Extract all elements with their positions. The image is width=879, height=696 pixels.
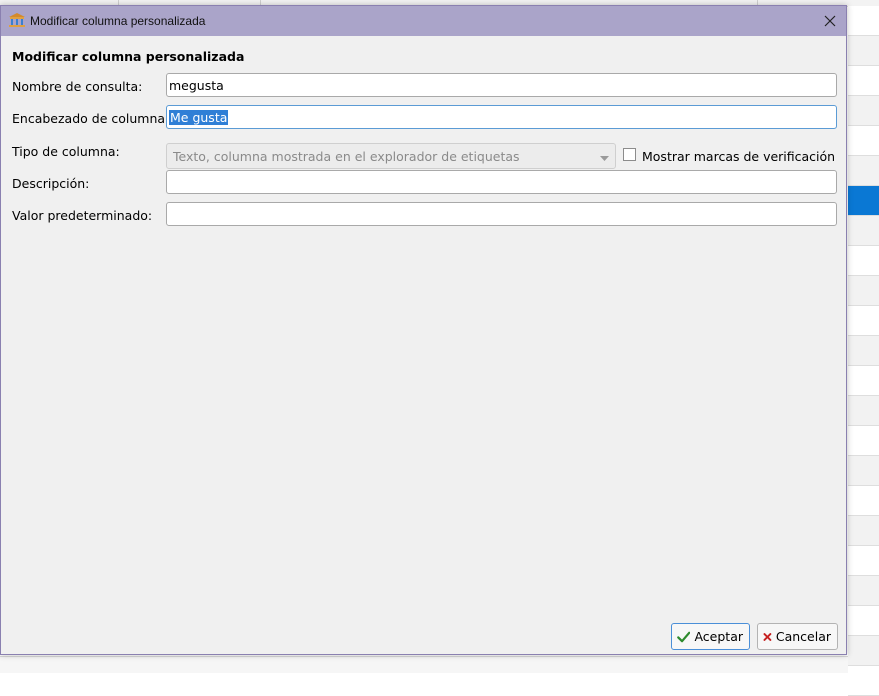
description-input[interactable] [166, 170, 837, 194]
default-value-label: Valor predeterminado: [12, 208, 153, 223]
column-heading-input[interactable]: Me gusta [166, 105, 837, 129]
checkmark-icon [677, 631, 691, 642]
background-row [848, 456, 879, 486]
background-row [848, 606, 879, 636]
lookup-name-input[interactable]: megusta [166, 73, 837, 97]
edit-custom-column-dialog: Modificar columna personalizada Modifica… [0, 5, 847, 655]
background-row [848, 246, 879, 276]
column-type-label: Tipo de columna: [12, 144, 120, 159]
background-row [848, 516, 879, 546]
background-row [848, 306, 879, 336]
cross-icon [763, 632, 772, 641]
close-button[interactable] [814, 6, 846, 36]
background-row [848, 336, 879, 366]
background-row [848, 666, 879, 696]
background-status-strip [0, 656, 848, 673]
background-row [848, 486, 879, 516]
background-row [848, 156, 879, 186]
background-row [848, 636, 879, 666]
background-row [848, 366, 879, 396]
background-row [848, 216, 879, 246]
column-heading-label: Encabezado de columna: [12, 111, 170, 126]
background-row [848, 576, 879, 606]
close-icon [824, 15, 836, 27]
default-value-input[interactable] [166, 202, 837, 226]
chevron-down-icon [600, 151, 609, 166]
show-checkmarks-checkbox[interactable] [623, 148, 636, 161]
dialog-heading: Modificar columna personalizada [12, 49, 245, 64]
title-bar[interactable]: Modificar columna personalizada [1, 6, 846, 36]
background-row [848, 546, 879, 576]
background-row [848, 426, 879, 456]
lookup-name-label: Nombre de consulta: [12, 79, 143, 94]
ok-button[interactable]: Aceptar [671, 623, 750, 650]
cancel-button-label: Cancelar [775, 629, 831, 644]
cancel-button[interactable]: Cancelar [757, 623, 838, 650]
show-checkmarks-label[interactable]: Mostrar marcas de verificación [642, 149, 835, 164]
background-row [848, 186, 879, 216]
window-title: Modificar columna personalizada [30, 14, 206, 28]
background-row [848, 126, 879, 156]
background-row [848, 396, 879, 426]
lookup-name-value: megusta [169, 78, 224, 93]
background-row [848, 36, 879, 66]
background-row [848, 6, 879, 36]
background-row [848, 96, 879, 126]
background-table-rows [848, 6, 879, 696]
library-icon [9, 13, 25, 27]
background-row [848, 276, 879, 306]
column-type-select[interactable]: Texto, columna mostrada en el explorador… [166, 143, 616, 169]
column-heading-value: Me gusta [169, 110, 229, 125]
description-label: Descripción: [12, 176, 90, 191]
ok-button-label: Aceptar [694, 629, 743, 644]
column-type-value: Texto, columna mostrada en el explorador… [173, 149, 520, 164]
background-row [848, 66, 879, 96]
